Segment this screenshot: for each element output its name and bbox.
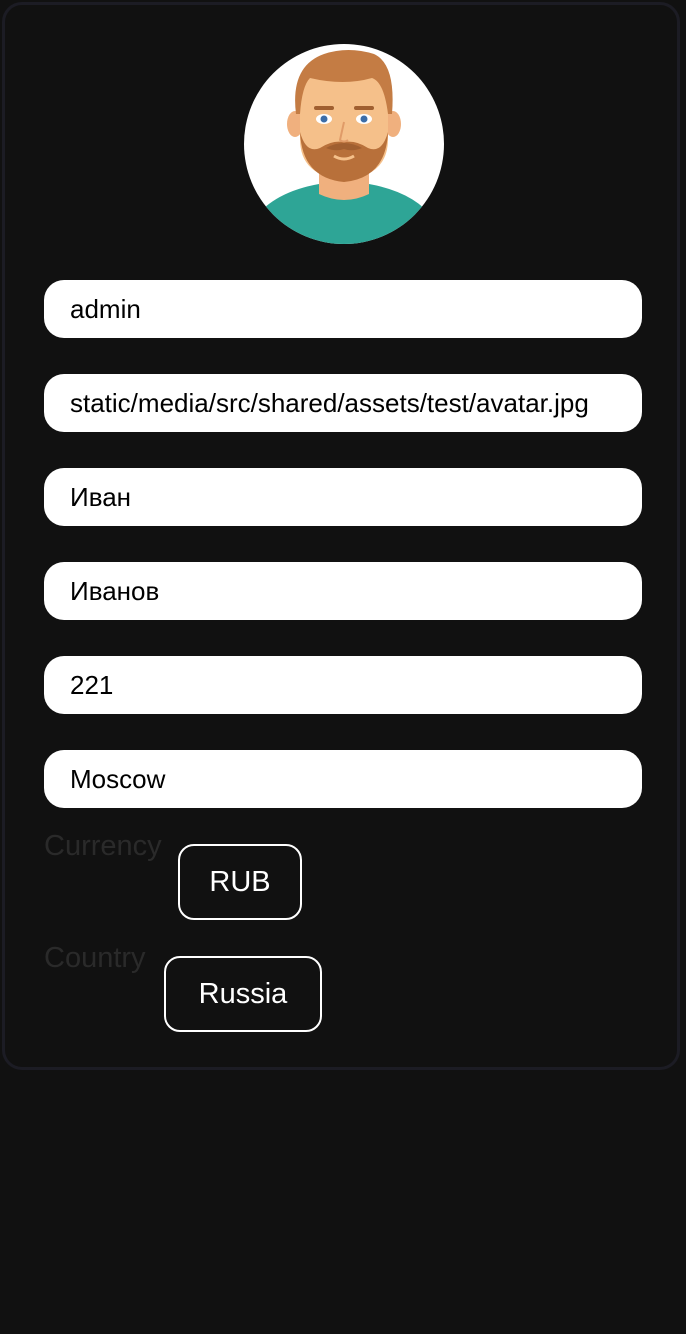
user-avatar-icon bbox=[244, 50, 444, 244]
currency-label: Currency bbox=[44, 830, 162, 862]
country-select-button[interactable]: Russia bbox=[164, 956, 322, 1032]
city-field[interactable] bbox=[44, 750, 642, 808]
last-name-field[interactable] bbox=[44, 562, 642, 620]
age-field[interactable] bbox=[44, 656, 642, 714]
country-value: Russia bbox=[198, 977, 288, 1010]
first-name-field[interactable] bbox=[44, 468, 642, 526]
avatar bbox=[244, 44, 444, 244]
country-label: Country bbox=[44, 942, 146, 974]
avatar-url-field[interactable] bbox=[44, 374, 642, 432]
currency-select-button[interactable]: RUB bbox=[178, 844, 302, 920]
username-field[interactable] bbox=[44, 280, 642, 338]
currency-value: RUB bbox=[209, 865, 271, 898]
